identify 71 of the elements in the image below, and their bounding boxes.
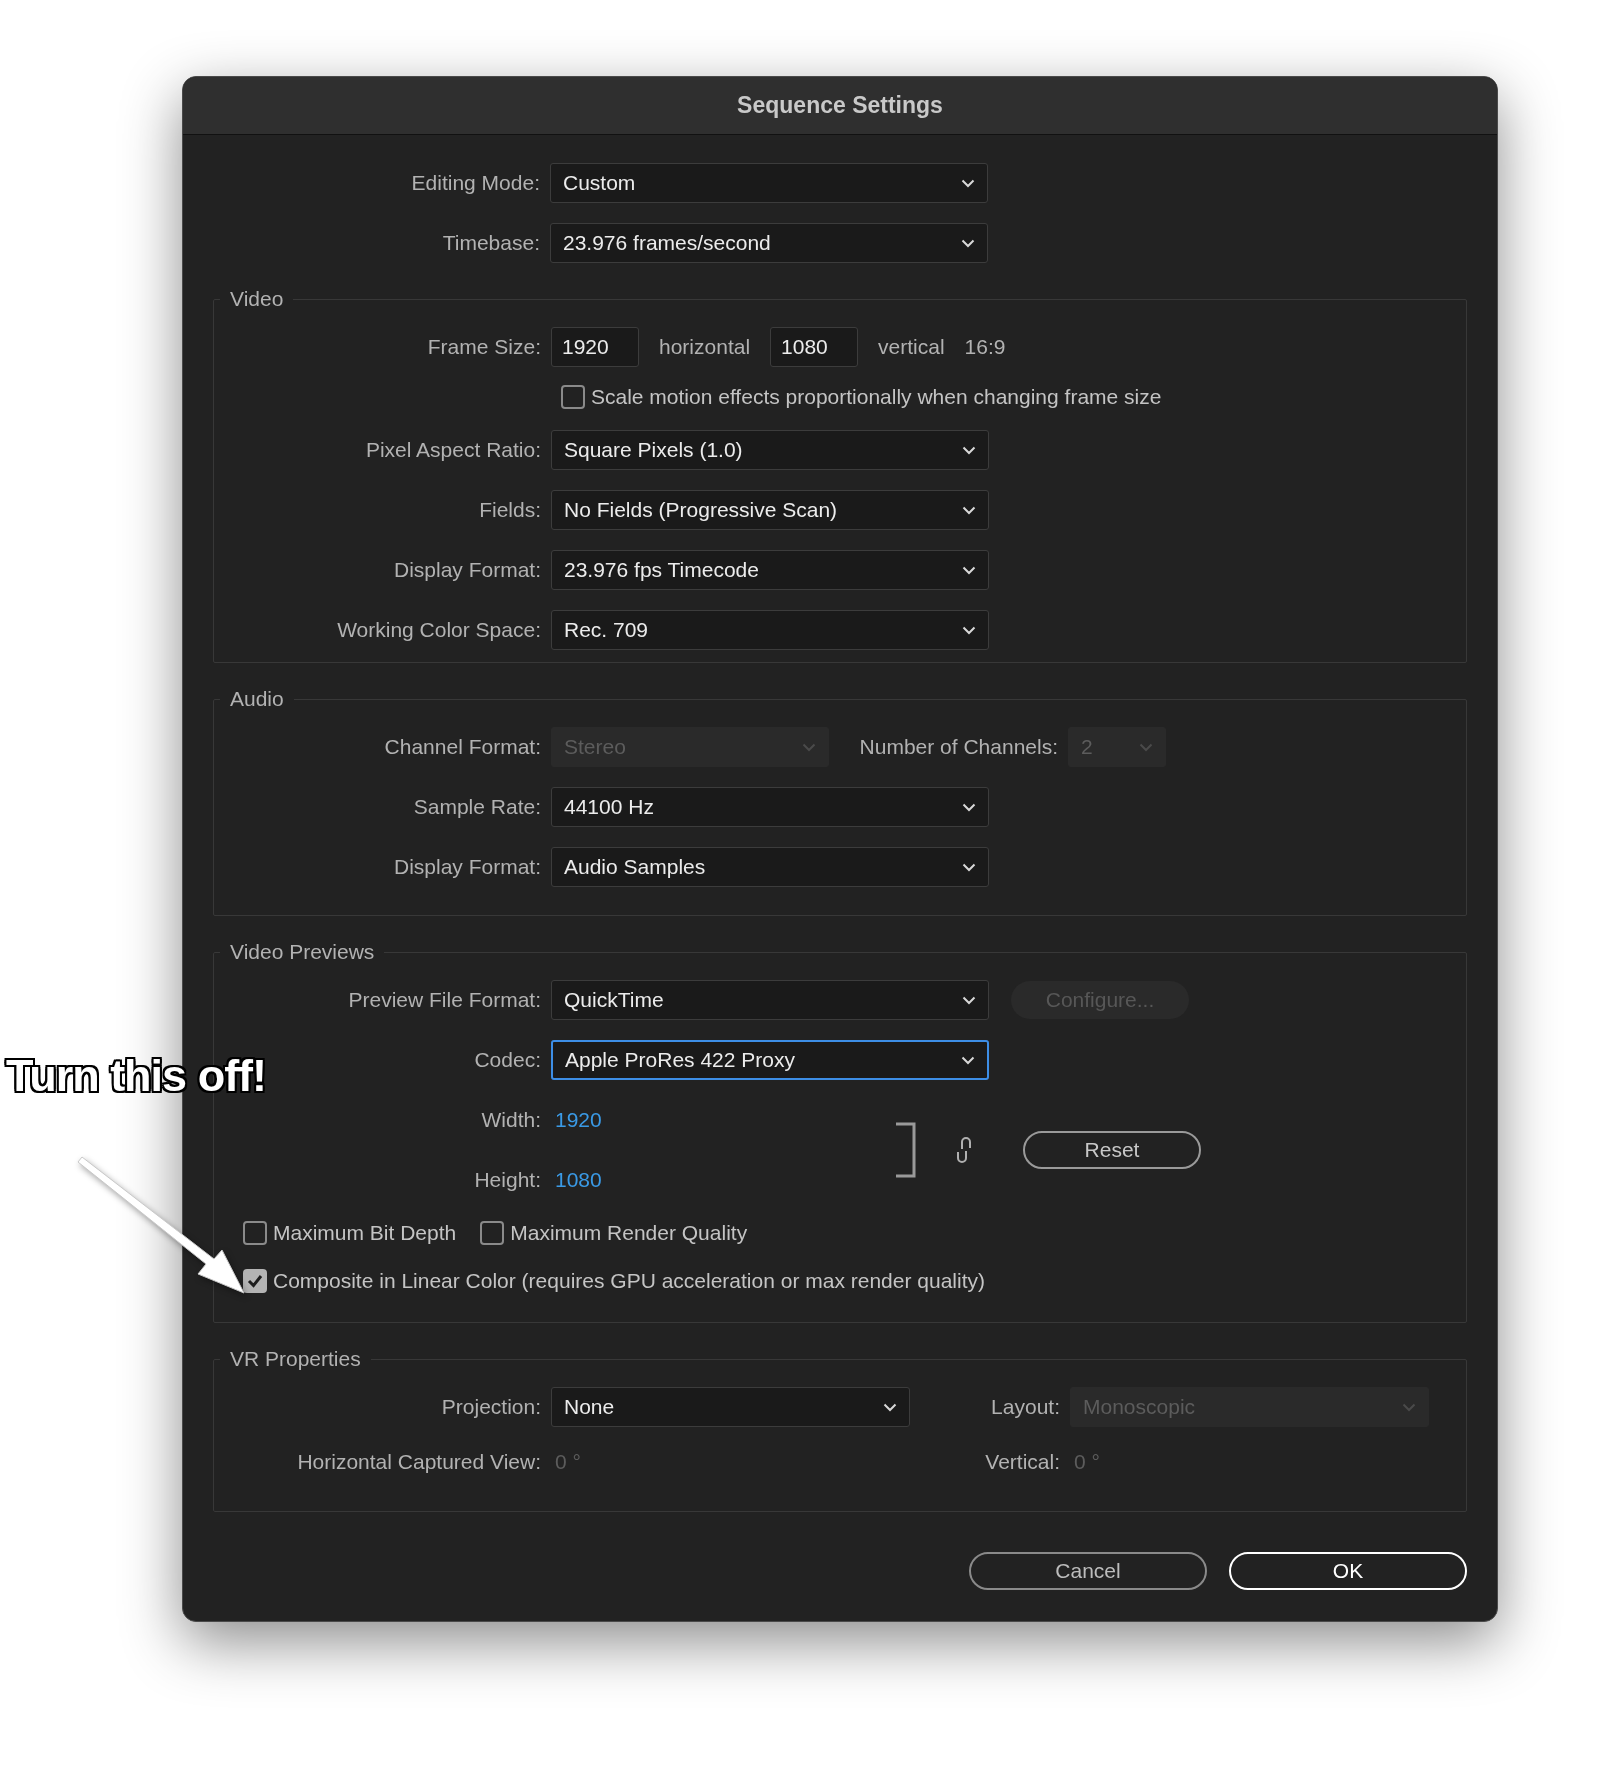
chevron-icon	[962, 995, 976, 1005]
bracket-icon	[895, 1122, 917, 1178]
dropdown[interactable]: 23.976 frames/second	[550, 223, 988, 263]
dropdown[interactable]: No Fields (Progressive Scan)	[551, 490, 989, 530]
field-label: Horizontal Captured View:	[296, 1450, 542, 1474]
aspect-ratio: 16:9	[964, 335, 1006, 359]
chevron-icon	[962, 505, 976, 515]
chevron-icon	[962, 565, 976, 575]
field-label: Editing Mode:	[410, 171, 541, 195]
field-label: Codec:	[473, 1048, 542, 1072]
chevron-icon	[961, 178, 975, 188]
checkbox[interactable]	[480, 1221, 505, 1245]
group-legend: VR Properties	[220, 1347, 371, 1371]
checkbox[interactable]	[243, 1221, 267, 1245]
unit-label: horizontal	[659, 335, 751, 359]
field-label: Fields:	[478, 498, 542, 522]
chevron-icon	[883, 1402, 897, 1412]
width-value[interactable]: 1920	[551, 1108, 602, 1132]
chevron-icon	[962, 802, 976, 812]
field-label: Number of Channels:	[858, 735, 1059, 759]
field-label: Display Format:	[392, 855, 542, 879]
field-label: Channel Format:	[383, 735, 542, 759]
input-field[interactable]: 1920	[551, 327, 639, 367]
dropdown[interactable]: 44100 Hz	[551, 787, 989, 827]
dropdown[interactable]: Rec. 709	[551, 610, 989, 650]
link-icon[interactable]	[957, 1136, 971, 1164]
input-field[interactable]: 1080	[770, 327, 859, 367]
checkbox-label: Composite in Linear Color (requires GPU acceleration or max render quality)	[273, 1269, 985, 1293]
field-label: Projection:	[440, 1395, 542, 1419]
group-legend: Video Previews	[220, 940, 385, 964]
reset-button[interactable]: Reset	[1023, 1131, 1201, 1169]
window-title: Sequence Settings	[737, 92, 943, 119]
chevron-icon	[962, 862, 976, 872]
dropdown[interactable]: Apple ProRes 422 Proxy	[551, 1040, 989, 1080]
angle-value: 0 °	[554, 1450, 582, 1474]
checkbox[interactable]	[561, 385, 585, 409]
checkbox-label: Maximum Bit Depth	[273, 1221, 457, 1245]
field-label: Layout:	[990, 1395, 1061, 1419]
chevron-icon	[962, 445, 976, 455]
dropdown[interactable]: 23.976 fps Timecode	[551, 550, 989, 590]
field-label: Preview File Format:	[347, 988, 542, 1012]
field-label: Sample Rate:	[412, 795, 542, 819]
chevron-icon	[802, 742, 816, 752]
checkbox-label: Maximum Render Quality	[510, 1221, 748, 1245]
height-value[interactable]: 1080	[551, 1168, 602, 1192]
field-label: Height:	[473, 1168, 542, 1192]
dropdown[interactable]: None	[551, 1387, 910, 1427]
chevron-icon	[1402, 1402, 1416, 1412]
dropdown[interactable]: Custom	[550, 163, 988, 203]
ok-button[interactable]: OK	[1229, 1552, 1467, 1590]
chevron-icon	[1139, 742, 1153, 752]
field-label: Working Color Space:	[336, 618, 542, 642]
field-label: Timebase:	[441, 231, 541, 255]
field-label: Pixel Aspect Ratio:	[364, 438, 542, 462]
chevron-icon	[961, 238, 975, 248]
unit-label: vertical	[878, 335, 945, 359]
cancel-button[interactable]: Cancel	[969, 1552, 1207, 1590]
checkbox[interactable]	[243, 1269, 267, 1293]
field-label: Display Format:	[392, 558, 542, 582]
dropdown[interactable]: QuickTime	[551, 980, 989, 1020]
angle-value: 0 °	[1073, 1450, 1100, 1474]
chevron-icon	[962, 625, 976, 635]
dropdown[interactable]: Square Pixels (1.0)	[551, 430, 989, 470]
group-legend: Video	[220, 287, 294, 311]
dropdown[interactable]: Audio Samples	[551, 847, 989, 887]
field-label: Frame Size:	[426, 335, 542, 359]
chevron-icon	[961, 1055, 975, 1065]
field-label: Vertical:	[984, 1450, 1061, 1474]
checkbox-label: Scale motion effects proportionally when changing frame size	[591, 385, 1162, 409]
field-label: Width:	[480, 1108, 542, 1132]
group-legend: Audio	[220, 687, 294, 711]
